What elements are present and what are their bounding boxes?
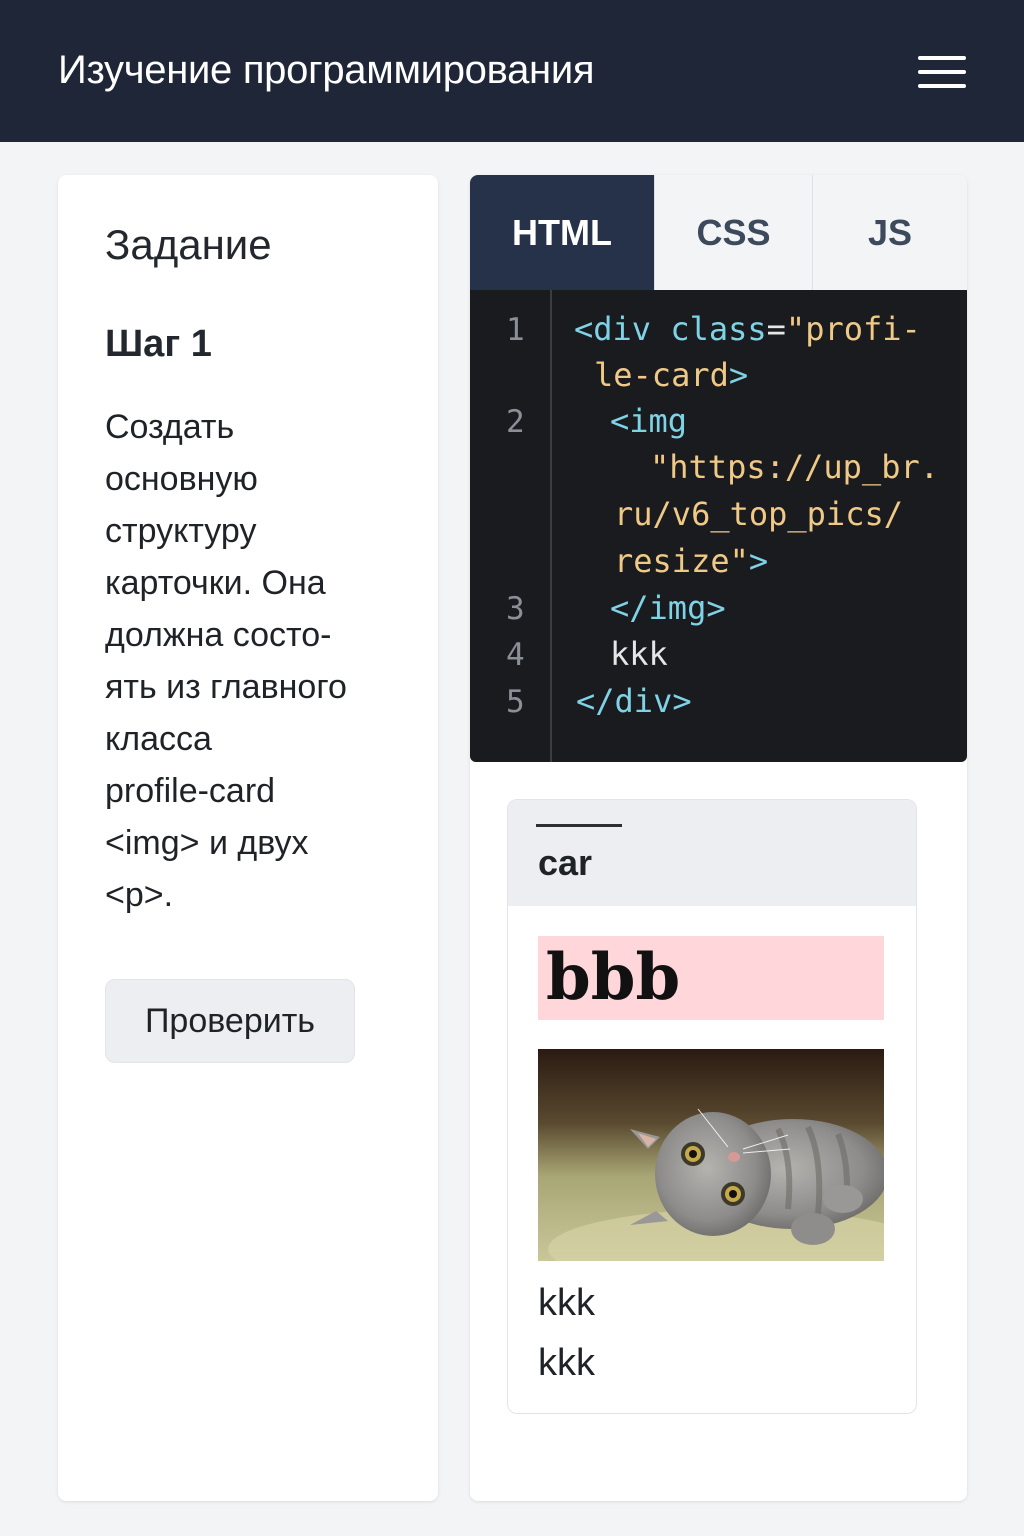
task-description-line: <p>. <box>105 876 174 914</box>
step-title: Шаг 1 <box>105 323 212 365</box>
code-token-tag: > <box>728 356 749 394</box>
preview-header: car <box>508 800 916 906</box>
task-description-line: карточки. Она <box>105 564 326 602</box>
task-description-line: ять из главного <box>105 668 347 706</box>
tab-html[interactable]: HTML <box>470 175 655 290</box>
code-editor[interactable]: 1 2 3 4 5 <div class="profi- le-card> <i… <box>470 290 967 762</box>
task-description-line: основную <box>105 460 258 498</box>
preview-heading-box: bbb <box>538 936 884 1020</box>
tab-css[interactable]: CSS <box>655 175 813 290</box>
task-description-line: Создать <box>105 408 235 446</box>
code-token-attr: class <box>670 310 767 348</box>
menu-bar-line <box>918 56 966 60</box>
code-line-5: </div> <box>576 682 692 720</box>
code-line-2-wrap: resize"> <box>614 542 768 580</box>
code-line-2-wrap: "https://up_br. <box>650 448 939 486</box>
code-line-2: <img <box>610 402 687 440</box>
line-number: 1 <box>506 312 525 348</box>
code-line-1-wrap: le-card> <box>594 356 748 394</box>
code-token-string: le-card <box>594 356 729 394</box>
menu-bar-line <box>918 84 966 88</box>
code-line-2-wrap: ru/v6_top_pics/ <box>614 495 903 533</box>
tab-js[interactable]: JS <box>813 175 967 290</box>
code-token-tag: > <box>748 542 769 580</box>
preview-paragraph: kkk <box>538 1342 595 1384</box>
code-token-string: "profi- <box>785 310 921 348</box>
code-token-tag: <img <box>610 402 688 440</box>
code-token-tag: <div <box>574 310 652 348</box>
preview-card: car bbb kkk kkk <box>507 799 917 1414</box>
check-button[interactable]: Проверить <box>105 979 355 1063</box>
task-panel: Задание Шаг 1 Создать основную структуру… <box>58 175 438 1501</box>
preview-heading: bbb <box>546 940 681 1015</box>
task-title: Задание <box>105 221 272 268</box>
gutter-divider <box>550 290 552 762</box>
code-line-3: </img> <box>610 589 726 627</box>
top-bar: Изучение программирования <box>0 0 1024 142</box>
preview-header-text: car <box>538 842 593 883</box>
line-number: 4 <box>506 637 525 673</box>
task-description-line: должна состо- <box>105 616 332 654</box>
editor-panel: HTML CSS JS 1 2 3 4 5 <div class="profi-… <box>470 175 967 1501</box>
code-line-1: <div class="profi- <box>574 310 921 348</box>
task-description-line: структуру <box>105 512 257 550</box>
line-number: 5 <box>506 684 525 720</box>
app-title: Изучение программирования <box>58 48 595 92</box>
menu-bar-line <box>918 70 966 74</box>
cat-photo-drawing <box>538 1049 884 1261</box>
editor-tabs: HTML CSS JS <box>470 175 967 290</box>
cat-photo <box>538 1049 884 1261</box>
line-number: 3 <box>506 591 525 627</box>
code-token-string: "https://up_br. <box>650 448 939 486</box>
preview-paragraph: kkk <box>538 1282 595 1324</box>
task-description-line: класса <box>105 720 212 758</box>
code-token-tag: </img> <box>610 589 726 627</box>
code-line-4: kkk <box>610 635 668 673</box>
preview-header-divider <box>536 824 622 827</box>
task-description: Создать основную структуру карточки. Она… <box>105 401 405 921</box>
task-description-line: <img> и двух <box>105 824 309 862</box>
code-token-string: resize" <box>614 542 749 580</box>
task-description-line: profile-card <box>105 772 276 810</box>
hamburger-menu-icon[interactable] <box>916 54 968 90</box>
code-token-text: kkk <box>610 635 668 673</box>
code-token-tag: </div> <box>576 682 692 720</box>
code-token-eq: = <box>766 310 786 348</box>
code-token-string: ru/v6_top_pics/ <box>614 495 903 533</box>
line-number: 2 <box>506 404 525 440</box>
